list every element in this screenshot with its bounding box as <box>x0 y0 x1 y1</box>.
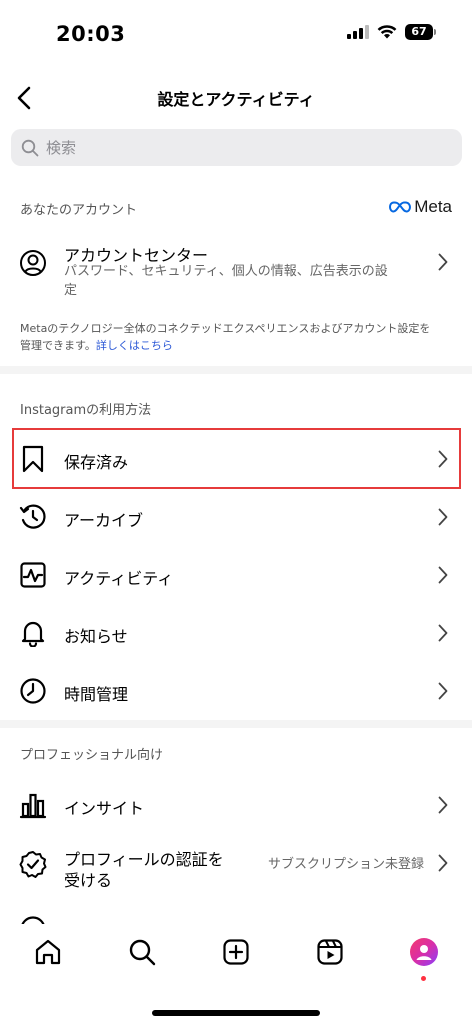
search-input[interactable] <box>44 137 448 158</box>
section-divider <box>0 720 472 728</box>
tab-home[interactable] <box>28 932 68 972</box>
tab-bar <box>0 924 472 1024</box>
section-header-professional: プロフェッショナル向け <box>20 748 164 763</box>
chevron-right-icon <box>438 624 450 642</box>
notification-dot <box>421 976 426 981</box>
footnote-line1: Metaのテクノロジー全体のコネクテッドエクスペリエンスおよびアカウント設定を <box>20 322 431 335</box>
search-bar[interactable] <box>11 129 462 166</box>
archive-row[interactable]: アーカイブ <box>0 488 472 546</box>
section-header-how-you-use: Instagramの利用方法 <box>20 403 152 418</box>
plus-square-icon <box>223 939 249 965</box>
account-center-footnote: Metaのテクノロジー全体のコネクテッドエクスペリエンスおよびアカウント設定を … <box>20 320 450 354</box>
account-center-icon <box>18 248 48 278</box>
home-indicator <box>152 1010 320 1016</box>
activity-icon <box>18 560 48 590</box>
time-management-row[interactable]: 時間管理 <box>0 662 472 720</box>
tab-create[interactable] <box>216 932 256 972</box>
notifications-label: お知らせ <box>64 627 128 646</box>
chevron-right-icon <box>438 854 450 872</box>
account-center-row[interactable]: アカウントセンター パスワード、セキュリティ、個人の情報、広告表示の設 定 <box>0 236 472 306</box>
activity-label: アクティビティ <box>64 569 174 588</box>
learn-more-link[interactable]: 詳しくはこちら <box>96 339 173 352</box>
profile-icon <box>416 945 432 960</box>
battery-icon: 67 <box>405 24 436 40</box>
page-title: 設定とアクティビティ <box>157 90 315 109</box>
section-header-your-account: あなたのアカウント <box>20 203 138 218</box>
nav-bar: 設定とアクティビティ <box>0 72 472 124</box>
account-center-subtitle-line2: 定 <box>64 283 78 298</box>
verification-status: サブスクリプション未登録 <box>267 857 424 872</box>
battery-level: 67 <box>405 24 433 40</box>
verified-badge-icon <box>18 849 48 879</box>
verification-label-line2: 受ける <box>64 871 113 890</box>
meta-text: Meta <box>414 197 452 216</box>
home-icon <box>35 939 61 965</box>
chevron-right-icon <box>438 682 450 700</box>
footnote-line2: 管理できます。 <box>20 339 96 352</box>
status-bar: 20:03 67 <box>0 0 472 70</box>
status-time: 20:03 <box>56 22 126 46</box>
meta-logo: Meta <box>389 197 452 217</box>
chevron-right-icon <box>438 566 450 584</box>
meta-infinity-icon <box>389 201 412 213</box>
chevron-right-icon <box>438 450 450 468</box>
section-divider <box>0 366 472 374</box>
archive-icon <box>18 502 48 532</box>
time-management-label: 時間管理 <box>64 685 129 704</box>
search-icon <box>20 138 40 158</box>
archive-label: アーカイブ <box>64 511 144 530</box>
chevron-right-icon <box>438 508 450 526</box>
wifi-icon <box>377 25 397 39</box>
bell-icon <box>18 618 48 648</box>
tab-reels[interactable] <box>310 932 350 972</box>
notifications-row[interactable]: お知らせ <box>0 604 472 662</box>
insights-row[interactable]: インサイト <box>0 776 472 834</box>
clock-icon <box>18 676 48 706</box>
chevron-right-icon <box>438 253 450 271</box>
search-icon <box>129 939 156 966</box>
insights-icon <box>18 790 48 820</box>
cellular-signal-icon <box>347 25 369 39</box>
reels-icon <box>317 939 343 965</box>
avatar <box>410 938 438 966</box>
saved-row[interactable]: 保存済み <box>0 430 472 488</box>
bookmark-icon <box>18 444 48 474</box>
tab-profile[interactable] <box>404 932 444 981</box>
chevron-right-icon <box>438 796 450 814</box>
verification-row[interactable]: プロフィールの認証を 受ける サブスクリプション未登録 <box>0 836 472 892</box>
account-center-subtitle-line1: パスワード、セキュリティ、個人の情報、広告表示の設 <box>64 264 388 279</box>
activity-row[interactable]: アクティビティ <box>0 546 472 604</box>
insights-label: インサイト <box>64 799 145 818</box>
tab-search[interactable] <box>122 932 162 972</box>
status-icons: 67 <box>347 24 436 40</box>
saved-label: 保存済み <box>64 453 129 472</box>
